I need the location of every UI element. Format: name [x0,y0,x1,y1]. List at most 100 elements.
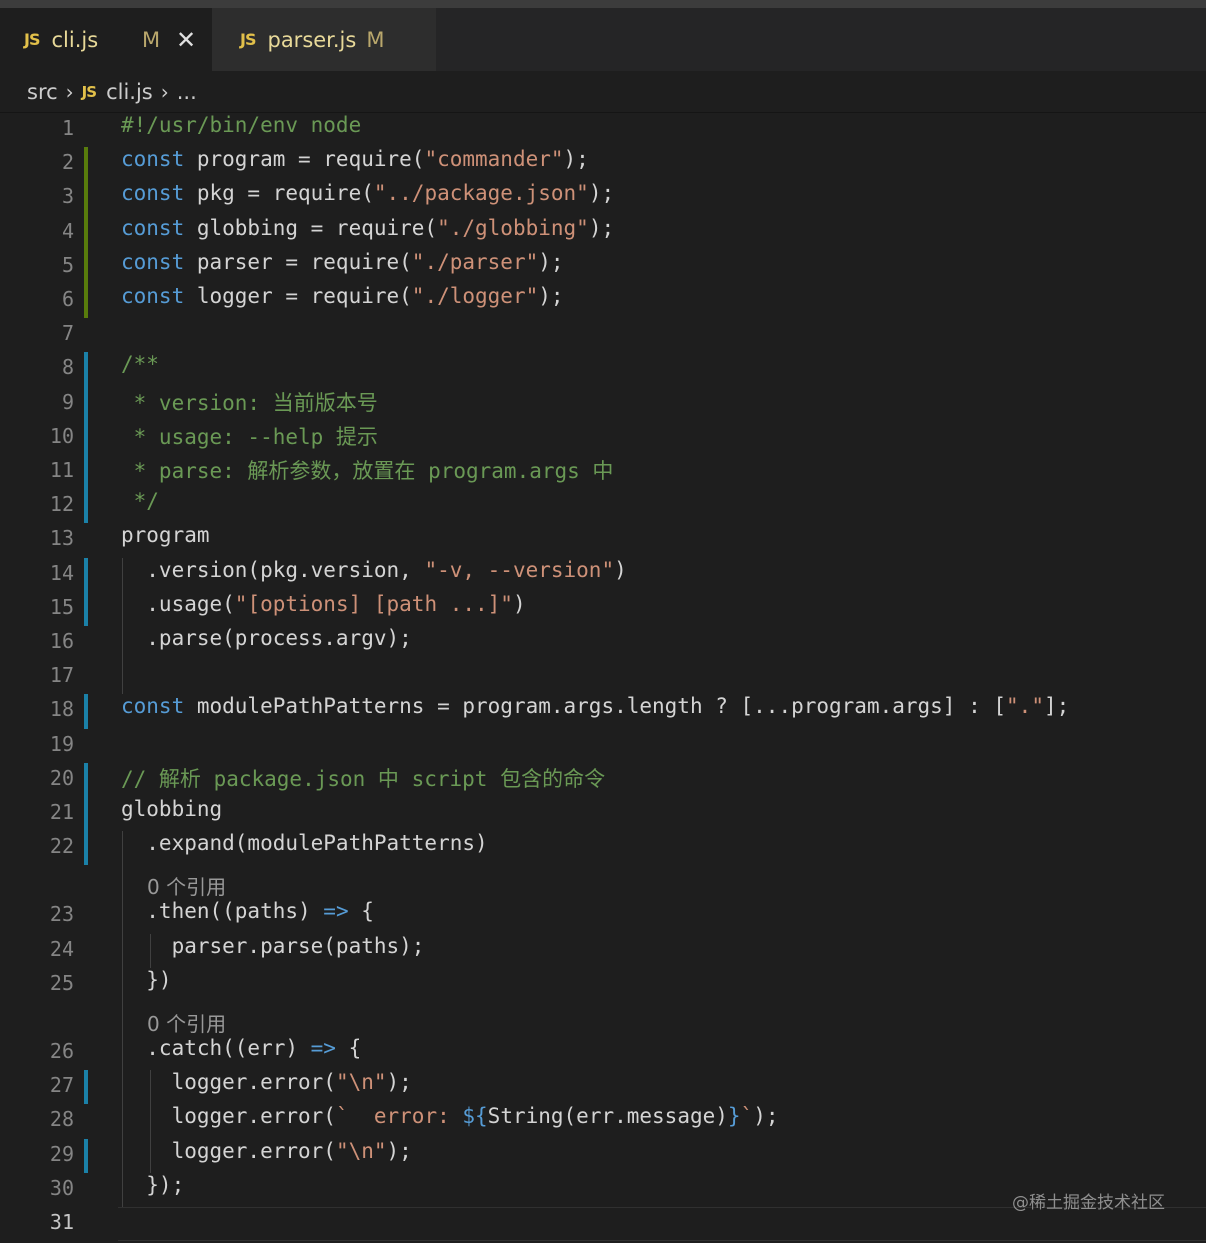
git-gutter-modified[interactable] [84,352,88,387]
code-line[interactable]: 4 const globbing = require("./globbing"); [0,215,1206,250]
line-number: 2 [61,150,74,175]
tab-cli-js[interactable]: JS cli.js M ✕ [0,8,212,71]
git-gutter-modified[interactable] [84,455,88,490]
git-gutter-modified[interactable] [84,797,88,832]
git-gutter-modified[interactable] [84,591,88,626]
code-line[interactable]: 6 const logger = require("./logger"); [0,284,1206,319]
code-text: globbing [121,797,223,821]
breadcrumb-file[interactable]: cli.js [106,80,153,104]
code-text: */ [121,489,159,514]
line-number: 18 [49,697,74,722]
code-line[interactable]: 19 [0,729,1206,763]
code-line[interactable]: 22 .expand(modulePathPatterns) [0,831,1206,866]
close-icon[interactable]: ✕ [176,26,196,54]
line-number: 13 [49,526,74,551]
code-line[interactable]: 2 const program = require("commander"); [0,147,1206,182]
code-text: }); [121,1172,185,1197]
code-line[interactable]: 5 const parser = require("./parser"); [0,249,1206,284]
git-gutter-added[interactable] [84,215,88,250]
git-gutter-added[interactable] [84,147,88,182]
git-gutter-modified[interactable] [84,1138,88,1173]
breadcrumb-symbols[interactable]: ... [177,80,197,104]
line-number: 21 [49,800,74,824]
line-number: 22 [49,834,74,859]
code-line[interactable]: 10 * usage: --help 提示 [0,420,1206,455]
code-line[interactable]: 20 // 解析 package.json 中 script 包含的命令 [0,762,1206,797]
title-strip [0,0,1206,8]
modified-indicator: M [142,27,161,52]
code-text: logger.error("\n"); [121,1070,412,1095]
code-line[interactable]: 1 #!/usr/bin/env node [0,113,1206,147]
line-number: 15 [49,594,74,619]
git-gutter-added[interactable] [84,181,88,216]
git-gutter-modified[interactable] [84,831,88,866]
line-number: 27 [49,1073,74,1098]
code-text: .version(pkg.version, "-v, --version") [121,557,627,582]
line-number: 25 [49,970,74,995]
git-gutter-modified[interactable] [84,420,88,455]
code-line[interactable]: 25 }) [0,968,1206,1002]
line-number: 3 [61,184,74,209]
modified-indicator: M [366,27,385,52]
code-text: .parse(process.argv); [121,626,412,650]
git-gutter-modified[interactable] [84,694,88,729]
codelens-references[interactable]: 0 个引用 [147,1008,226,1037]
line-number: 28 [49,1107,74,1132]
codelens-references[interactable]: 0 个引用 [147,871,226,900]
git-gutter-modified[interactable] [84,762,88,797]
line-number: 4 [61,218,74,243]
code-line[interactable]: 16 .parse(process.argv); [0,626,1206,660]
line-number: 19 [49,731,74,756]
code-line[interactable]: 18 const modulePathPatterns = program.arg… [0,694,1206,729]
git-gutter-added[interactable] [84,284,88,319]
git-gutter-modified[interactable] [84,557,88,592]
code-line[interactable]: 9 * version: 当前版本号 [0,386,1206,421]
code-line[interactable]: 17 [0,660,1206,694]
breadcrumb: src › JS cli.js › ... [0,71,1206,113]
code-line[interactable]: 21 globbing [0,797,1206,832]
code-text: const logger = require("./logger"); [121,284,564,308]
git-gutter-modified[interactable] [84,489,88,524]
code-line[interactable]: 13 program [0,523,1206,557]
code-line[interactable]: 14 .version(pkg.version, "-v, --version"… [0,557,1206,592]
code-text: #!/usr/bin/env node [121,113,362,137]
line-number: 20 [49,765,74,790]
code-text: * version: 当前版本号 [121,390,378,415]
code-text: .expand(modulePathPatterns) [121,831,488,856]
tab-label: cli.js [51,27,99,52]
line-number: 7 [61,321,74,346]
git-gutter-added[interactable] [84,249,88,284]
code-line[interactable]: 29 logger.error("\n"); [0,1138,1206,1173]
code-line[interactable]: 15 .usage("[options] [path ...]") [0,591,1206,626]
indent-guide [122,557,123,695]
code-line[interactable]: 8 /** [0,352,1206,387]
code-line[interactable]: 23 .then((paths) => { [0,899,1206,933]
code-line[interactable]: 12 */ [0,489,1206,524]
line-number: 6 [61,287,74,311]
code-line[interactable]: 27 logger.error("\n"); [0,1070,1206,1105]
code-text: .usage("[options] [path ...]") [121,591,526,616]
code-line[interactable]: 11 * parse: 解析参数，放置在 program.args 中 [0,455,1206,490]
code-line[interactable]: 24 parser.parse(paths); [0,934,1206,968]
code-text: logger.error("\n"); [121,1138,412,1163]
watermark: @稀土掘金技术社区 [1012,1193,1165,1213]
code-line[interactable]: 3 const pkg = require("../package.json"); [0,181,1206,216]
code-text: * parse: 解析参数，放置在 program.args 中 [121,459,614,483]
indent-guide [149,933,151,968]
line-number: 5 [61,252,74,277]
tab-parser-js[interactable]: JS parser.js M [212,8,436,71]
line-number: 29 [49,1141,74,1166]
breadcrumb-folder[interactable]: src [27,80,58,104]
code-editor[interactable]: 1 #!/usr/bin/env node 2 const program = req… [0,113,1206,1243]
code-line[interactable]: 26 .catch((err) => { [0,1036,1206,1070]
code-text: logger.error(` error: ${String(err.messa… [121,1104,779,1129]
git-gutter-modified[interactable] [84,1070,88,1105]
line-number: 24 [49,936,74,961]
chevron-right-icon: › [65,79,74,104]
code-text: }) [121,967,172,992]
code-line[interactable]: 7 [0,318,1206,352]
code-line[interactable]: 28 logger.error(` error: ${String(err.me… [0,1104,1206,1138]
git-gutter-modified[interactable] [84,386,88,421]
code-text: program [121,523,210,548]
code-text: const pkg = require("../package.json"); [121,181,615,206]
